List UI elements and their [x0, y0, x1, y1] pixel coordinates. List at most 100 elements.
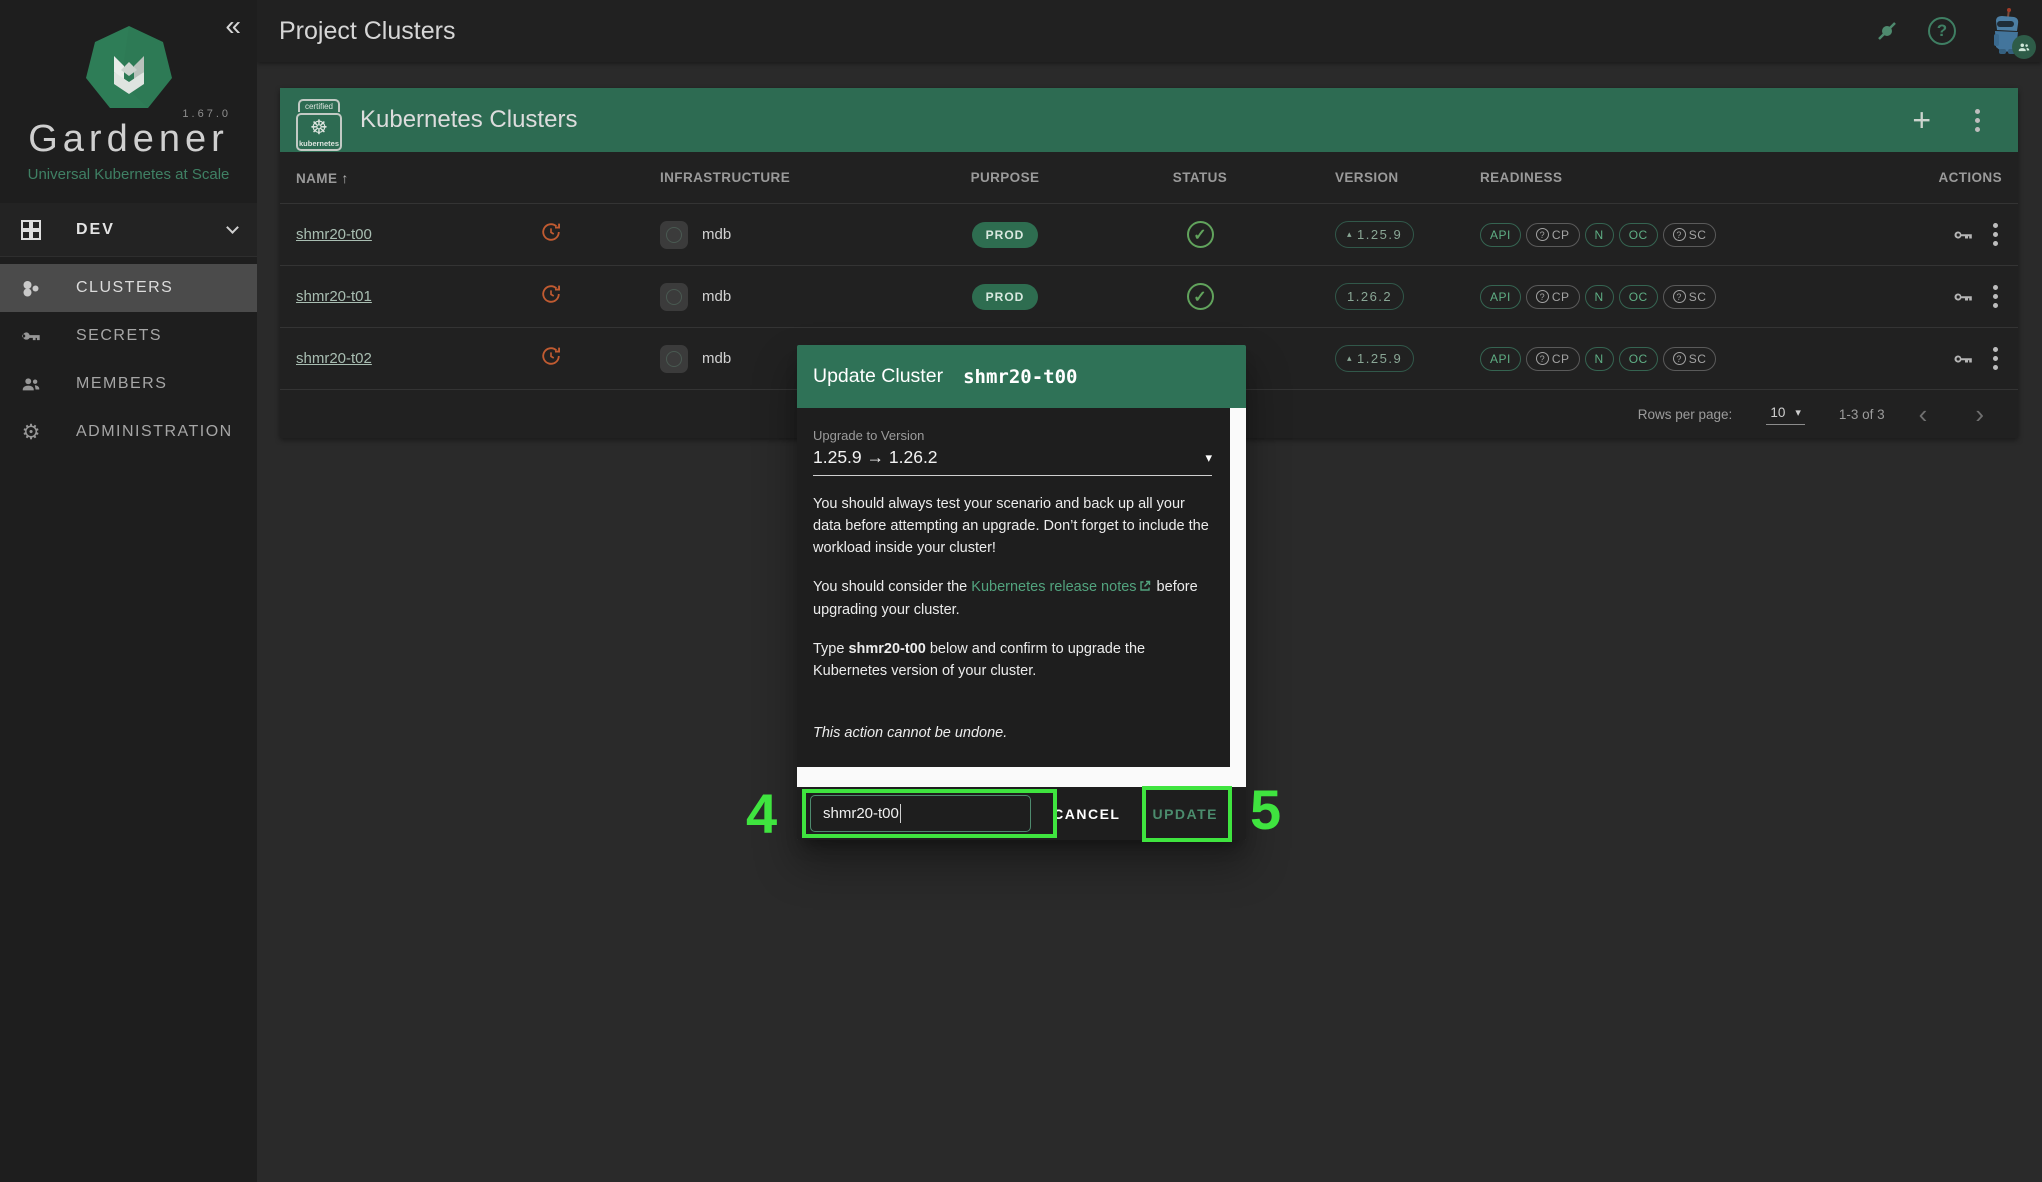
sidebar-item-members[interactable]: MEMBERS: [0, 360, 257, 408]
version-chip[interactable]: ▴1.25.9: [1335, 345, 1414, 372]
reconcile-pending-icon[interactable]: [540, 221, 562, 243]
release-notes-link[interactable]: Kubernetes release notes: [971, 579, 1136, 595]
cluster-name-link[interactable]: shmr20-t00: [296, 226, 372, 243]
prev-page-icon[interactable]: ‹: [1919, 401, 1928, 427]
readiness-chip-cp[interactable]: ?CP: [1526, 223, 1580, 247]
rows-per-page-label: Rows per page:: [1638, 407, 1733, 422]
reconcile-pending-icon[interactable]: [540, 345, 562, 367]
column-header-version[interactable]: VERSION: [1290, 170, 1480, 185]
column-header-name[interactable]: NAME↑: [296, 170, 540, 186]
sidebar-item-secrets[interactable]: SECRETS: [0, 312, 257, 360]
avatar[interactable]: [1982, 7, 2028, 55]
rows-per-page-select[interactable]: 10 ▾: [1766, 403, 1805, 425]
help-icon[interactable]: ?: [1928, 17, 1956, 45]
readiness-chip-api[interactable]: API: [1480, 223, 1521, 247]
dialog-cluster-name: shmr20-t00: [963, 366, 1077, 388]
kubeconfig-key-icon[interactable]: [1951, 347, 1975, 371]
certified-kubernetes-badge: certified ☸ kubernetes: [296, 96, 342, 151]
status-ok-icon[interactable]: ✓: [1187, 283, 1214, 310]
version-chip[interactable]: ▴1.25.9: [1335, 221, 1414, 248]
dialog-title: Update Cluster: [813, 365, 943, 388]
cluster-name-link[interactable]: shmr20-t02: [296, 350, 372, 367]
dialog-content: Upgrade to Version 1.25.9 → 1.26.2 ▾ You…: [797, 408, 1230, 767]
version-select[interactable]: 1.25.9 → 1.26.2 ▾: [813, 447, 1212, 476]
gear-icon: ⚙: [20, 420, 42, 445]
row-menu-icon[interactable]: [1989, 343, 2002, 374]
connection-icon[interactable]: [1872, 16, 1902, 46]
create-cluster-button[interactable]: +: [1912, 104, 1931, 136]
gardener-dashboard: « 1.67.0 Gardener Universal Kubernetes a…: [0, 0, 2042, 1182]
readiness-chip-oc[interactable]: OC: [1619, 285, 1658, 309]
caret-down-icon: ▾: [1795, 406, 1801, 419]
unknown-state-icon: ?: [1673, 290, 1686, 303]
unknown-state-icon: ?: [1673, 352, 1686, 365]
table-menu-icon[interactable]: [1971, 105, 1984, 136]
cluster-name-link[interactable]: shmr20-t01: [296, 288, 372, 305]
column-header-readiness[interactable]: READINESS: [1480, 170, 1820, 185]
external-link-icon: [1139, 577, 1151, 599]
dialog-paragraph-3: Type shmr20-t00 below and confirm to upg…: [813, 638, 1212, 682]
sidebar-item-label: SECRETS: [76, 327, 162, 345]
reconcile-pending-icon[interactable]: [540, 283, 562, 305]
upgrade-available-icon: ▴: [1347, 229, 1353, 240]
members-icon: [20, 373, 42, 395]
help-glyph: ?: [1937, 21, 1947, 41]
sidebar-item-label: ADMINISTRATION: [76, 423, 233, 441]
readiness-chip-api[interactable]: API: [1480, 347, 1521, 371]
version-chip[interactable]: 1.26.2: [1335, 283, 1404, 310]
readiness-chip-sc[interactable]: ?SC: [1663, 223, 1717, 247]
column-header-infrastructure[interactable]: INFRASTRUCTURE: [604, 170, 900, 185]
sidebar-item-label: CLUSTERS: [76, 279, 173, 297]
readiness-chip-api[interactable]: API: [1480, 285, 1521, 309]
table-header-row: NAME↑ INFRASTRUCTURE PURPOSE STATUS VERS…: [280, 152, 2018, 204]
sidebar-item-clusters[interactable]: CLUSTERS: [0, 264, 257, 312]
infrastructure-icon: [660, 221, 688, 249]
readiness-chip-n[interactable]: N: [1585, 347, 1614, 371]
clusters-icon: [20, 277, 42, 299]
card-title: Kubernetes Clusters: [360, 106, 577, 134]
column-header-actions: ACTIONS: [1938, 170, 2002, 185]
column-header-status[interactable]: STATUS: [1173, 170, 1227, 185]
unknown-state-icon: ?: [1673, 228, 1686, 241]
table-row: shmr20-t00 mdb PROD ✓ ▴1.25.9 API?CPNOC?…: [280, 204, 2018, 266]
brand-tagline: Universal Kubernetes at Scale: [0, 166, 257, 183]
topbar: Project Clusters ?: [257, 0, 2042, 62]
readiness-chip-oc[interactable]: OC: [1619, 347, 1658, 371]
readiness-chip-n[interactable]: N: [1585, 285, 1614, 309]
badge-kubernetes-label: kubernetes: [298, 139, 340, 148]
table-row: shmr20-t01 mdb PROD ✓ 1.26.2 API?CPNOC?S…: [280, 266, 2018, 328]
kubeconfig-key-icon[interactable]: [1951, 223, 1975, 247]
sidebar-nav: CLUSTERS SECRETS MEMBERS ⚙ ADMINISTRATIO…: [0, 264, 257, 456]
annotation-box-update: [1142, 786, 1232, 842]
kubeconfig-key-icon[interactable]: [1951, 285, 1975, 309]
version-select-value: 1.25.9 → 1.26.2: [813, 447, 1205, 468]
rows-per-page-value: 10: [1770, 405, 1785, 420]
column-header-purpose[interactable]: PURPOSE: [971, 170, 1040, 185]
chevron-down-icon: [226, 221, 239, 234]
row-menu-icon[interactable]: [1989, 219, 2002, 250]
readiness-chip-cp[interactable]: ?CP: [1526, 285, 1580, 309]
dialog-paragraph-2: You should consider the Kubernetes relea…: [813, 576, 1212, 621]
annotation-box-input: [802, 789, 1057, 838]
project-selector[interactable]: DEV: [0, 203, 257, 257]
sidebar-item-administration[interactable]: ⚙ ADMINISTRATION: [0, 408, 257, 456]
purpose-badge: PROD: [972, 222, 1039, 248]
readiness-chip-n[interactable]: N: [1585, 223, 1614, 247]
infrastructure-name: mdb: [702, 288, 731, 305]
infrastructure-icon: [660, 283, 688, 311]
readiness-chip-sc[interactable]: ?SC: [1663, 285, 1717, 309]
dialog-warning: This action cannot be undone.: [813, 722, 1212, 744]
readiness-chip-sc[interactable]: ?SC: [1663, 347, 1717, 371]
next-page-icon[interactable]: ›: [1975, 401, 1984, 427]
readiness-chip-cp[interactable]: ?CP: [1526, 347, 1580, 371]
annotation-step-4: 4: [746, 786, 777, 842]
infrastructure-name: mdb: [702, 226, 731, 243]
group-icon: [2017, 40, 2031, 54]
annotation-step-5: 5: [1250, 782, 1281, 838]
project-name: DEV: [76, 221, 228, 239]
status-ok-icon[interactable]: ✓: [1187, 221, 1214, 248]
sort-asc-icon: ↑: [341, 170, 348, 186]
sidebar-item-label: MEMBERS: [76, 375, 167, 393]
row-menu-icon[interactable]: [1989, 281, 2002, 312]
readiness-chip-oc[interactable]: OC: [1619, 223, 1658, 247]
